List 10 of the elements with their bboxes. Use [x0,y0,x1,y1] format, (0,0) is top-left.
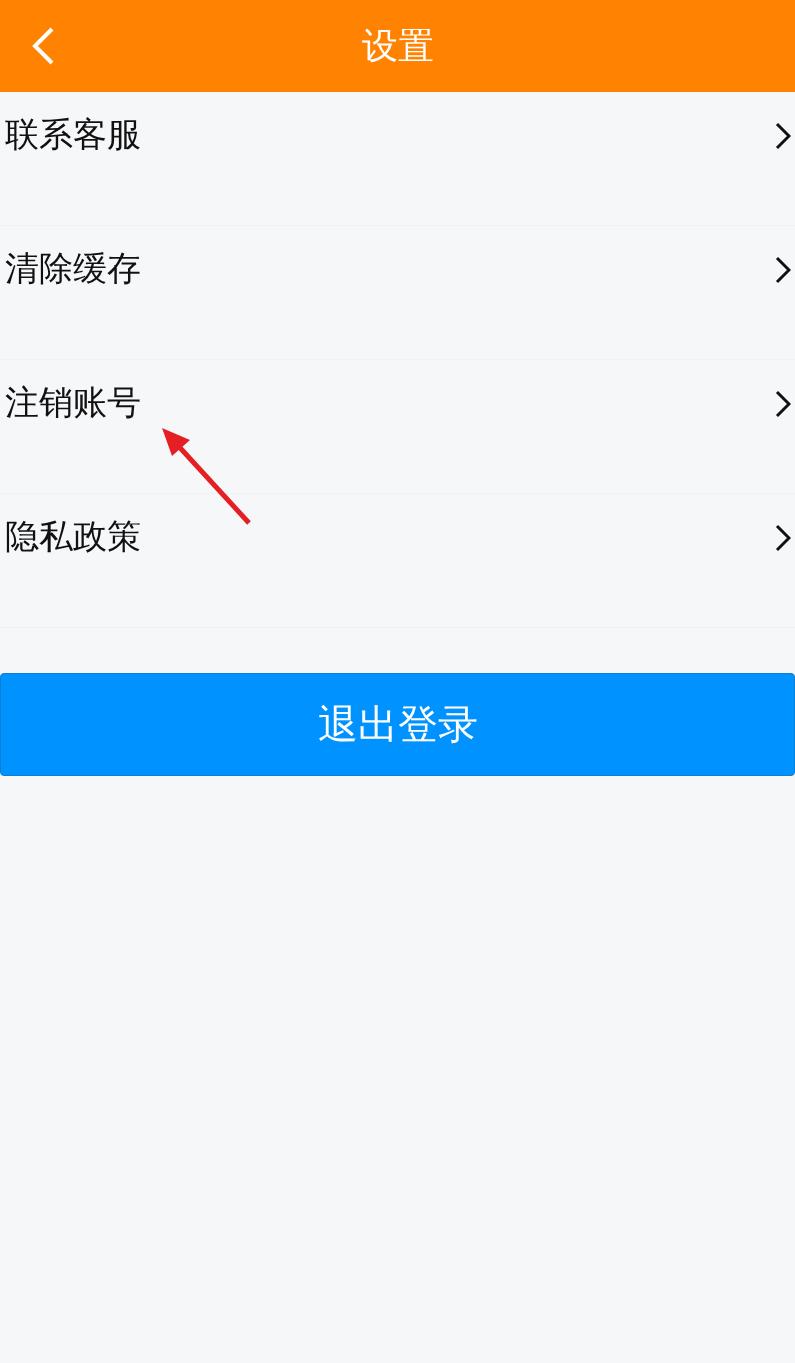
chevron-icon [775,122,791,150]
back-icon[interactable] [30,26,56,66]
chevron-icon [775,524,791,552]
settings-item[interactable]: 清除缓存 [5,248,141,289]
page-title: 设置 [361,23,434,68]
settings-item[interactable]: 注销账号 [5,382,141,423]
chevron-icon [775,390,791,418]
chevron-icon [775,256,791,284]
settings-item[interactable]: 联系客服 [5,114,141,155]
settings-item[interactable]: 隐私政策 [5,516,141,557]
